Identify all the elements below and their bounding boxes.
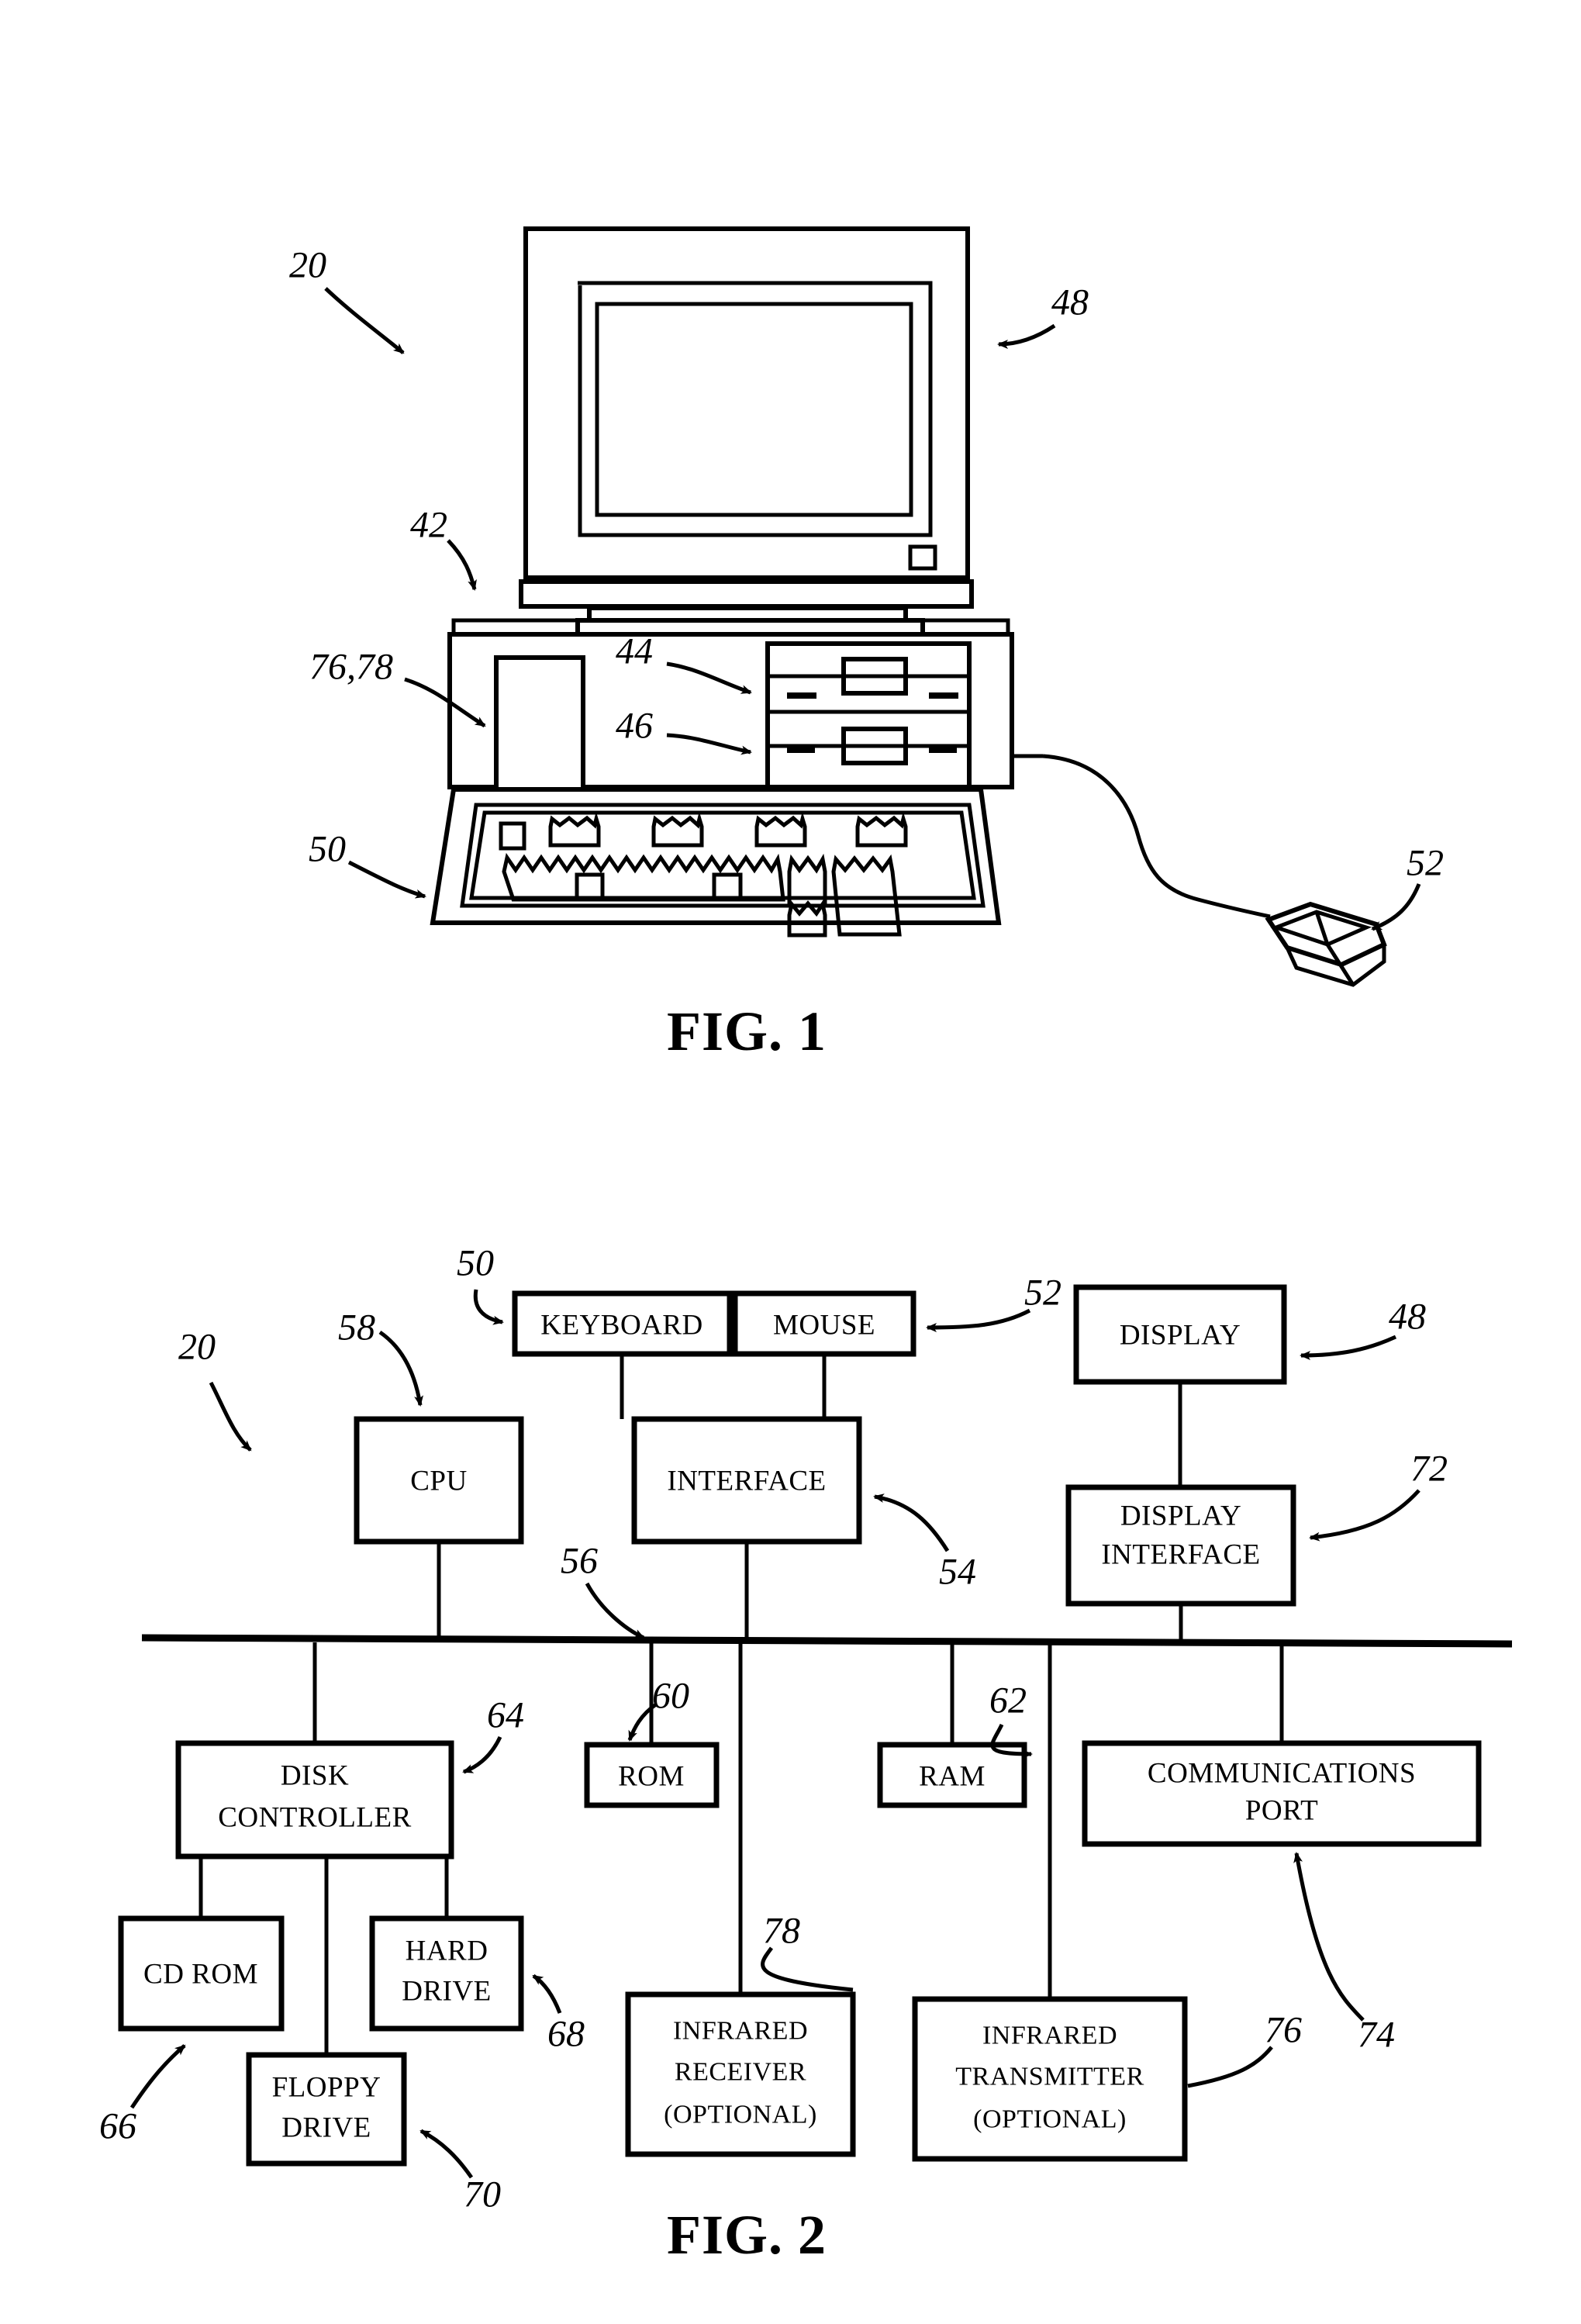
fig2-cpu-label: CPU (410, 1466, 467, 1497)
fig2-ir-receiver-label-2: RECEIVER (675, 2058, 806, 2087)
fig1-ref-44: 44 (616, 631, 653, 672)
fig2-block-communications-port: COMMUNICATIONS PORT (1082, 1740, 1482, 1847)
fig1-ref-46: 46 (616, 706, 653, 747)
fig2-keyboard-label: KEYBOARD (540, 1310, 703, 1342)
fig2-comm-port-label-2: PORT (1245, 1795, 1318, 1827)
fig2-ir-transmitter-label-2: TRANSMITTER (955, 2063, 1144, 2091)
fig2-block-floppy-drive: FLOPPY DRIVE (246, 2052, 407, 2167)
fig2-block-disk-controller: DISK CONTROLLER (175, 1740, 454, 1860)
fig1-ref-48: 48 (1051, 282, 1089, 323)
fig2-system-bus (141, 1634, 1513, 1648)
fig2-disk-controller-label-1: DISK (281, 1760, 349, 1792)
fig2-ref-54: 54 (939, 1552, 976, 1593)
fig1-drive-bays (765, 641, 972, 789)
fig2-ref-74: 74 (1358, 2015, 1395, 2056)
fig2-display-interface-label-1: DISPLAY (1120, 1500, 1241, 1532)
fig1-system-unit (447, 618, 1014, 807)
fig1-ref-50: 50 (309, 829, 346, 870)
fig2-display-interface-label-2: INTERFACE (1101, 1539, 1260, 1571)
fig2-floppy-drive-label-2: DRIVE (281, 2112, 371, 2144)
fig1-ref-76-78: 76,78 (309, 647, 393, 688)
figure-1-drawing: 20 48 42 76,78 44 46 50 52 FIG. 1 KEYBOA… (99, 226, 1513, 2266)
fig2-ref-48: 48 (1389, 1297, 1426, 1338)
fig2-block-interface: INTERFACE (631, 1416, 862, 1545)
fig1-mouse (1012, 754, 1387, 987)
fig2-ir-transmitter-label-1: INFRARED (982, 2022, 1117, 2050)
fig2-ref-64: 64 (487, 1695, 524, 1736)
patent-drawing-sheet: 20 48 42 76,78 44 46 50 52 FIG. 1 KEYBOA… (0, 0, 1581, 2324)
fig1-keyboard (430, 787, 1002, 938)
fig2-ref-58: 58 (338, 1307, 375, 1348)
fig2-ref-60: 60 (652, 1676, 689, 1717)
fig2-comm-port-label-1: COMMUNICATIONS (1148, 1758, 1416, 1790)
fig2-ir-transmitter-label-3: (OPTIONAL) (973, 2105, 1127, 2134)
fig2-block-hard-drive: HARD DRIVE (369, 1915, 524, 2032)
fig1-caption: FIG. 1 (667, 1000, 827, 1062)
fig2-block-cd-rom: CD ROM (118, 1915, 285, 2032)
fig2-interface-label: INTERFACE (667, 1466, 826, 1497)
fig2-block-display-interface: DISPLAY INTERFACE (1065, 1484, 1296, 1607)
fig2-block-infrared-transmitter: INFRARED TRANSMITTER (OPTIONAL) (912, 1996, 1188, 2162)
fig2-block-keyboard: KEYBOARD (512, 1290, 733, 1357)
fig2-floppy-drive-label-1: FLOPPY (272, 2072, 381, 2104)
fig1-monitor (519, 226, 974, 637)
fig2-cd-rom-label: CD ROM (143, 1959, 258, 1991)
fig2-ref-78: 78 (763, 1911, 800, 1952)
fig2-block-cpu: CPU (354, 1416, 524, 1545)
fig1-ref-42: 42 (410, 505, 447, 546)
fig2-ref-62: 62 (989, 1680, 1027, 1721)
fig2-rom-label: ROM (618, 1761, 685, 1793)
fig2-block-mouse: MOUSE (732, 1290, 916, 1357)
fig2-ir-receiver-label-3: (OPTIONAL) (664, 2101, 817, 2129)
fig2-display-label: DISPLAY (1120, 1320, 1241, 1352)
fig2-block-infrared-receiver: INFRARED RECEIVER (OPTIONAL) (625, 1991, 856, 2157)
fig1-ref-52: 52 (1407, 843, 1444, 884)
fig2-mouse-label: MOUSE (773, 1310, 875, 1342)
fig2-block-rom: ROM (584, 1742, 720, 1808)
fig2-block-display: DISPLAY (1073, 1284, 1287, 1385)
fig2-caption: FIG. 2 (667, 2204, 827, 2266)
fig2-ref-72: 72 (1410, 1449, 1448, 1490)
fig2-ref-76: 76 (1265, 2010, 1302, 2051)
fig1-infrared-panel (494, 655, 585, 807)
fig2-ref-66: 66 (99, 2106, 136, 2147)
fig2-ref-20: 20 (178, 1327, 216, 1368)
fig2-ref-68: 68 (547, 2014, 585, 2055)
fig2-ref-70: 70 (464, 2174, 501, 2215)
fig2-hard-drive-label-1: HARD (406, 1936, 488, 1967)
fig2-ref-50: 50 (457, 1243, 494, 1284)
fig2-hard-drive-label-2: DRIVE (402, 1976, 492, 2008)
fig2-disk-controller-label-2: CONTROLLER (218, 1802, 412, 1834)
fig1-ref-20: 20 (289, 245, 326, 286)
fig2-ir-receiver-label-1: INFRARED (673, 2017, 808, 2046)
fig2-ref-52: 52 (1024, 1273, 1061, 1314)
fig2-ref-56: 56 (561, 1541, 598, 1582)
fig2-ram-label: RAM (919, 1761, 986, 1793)
